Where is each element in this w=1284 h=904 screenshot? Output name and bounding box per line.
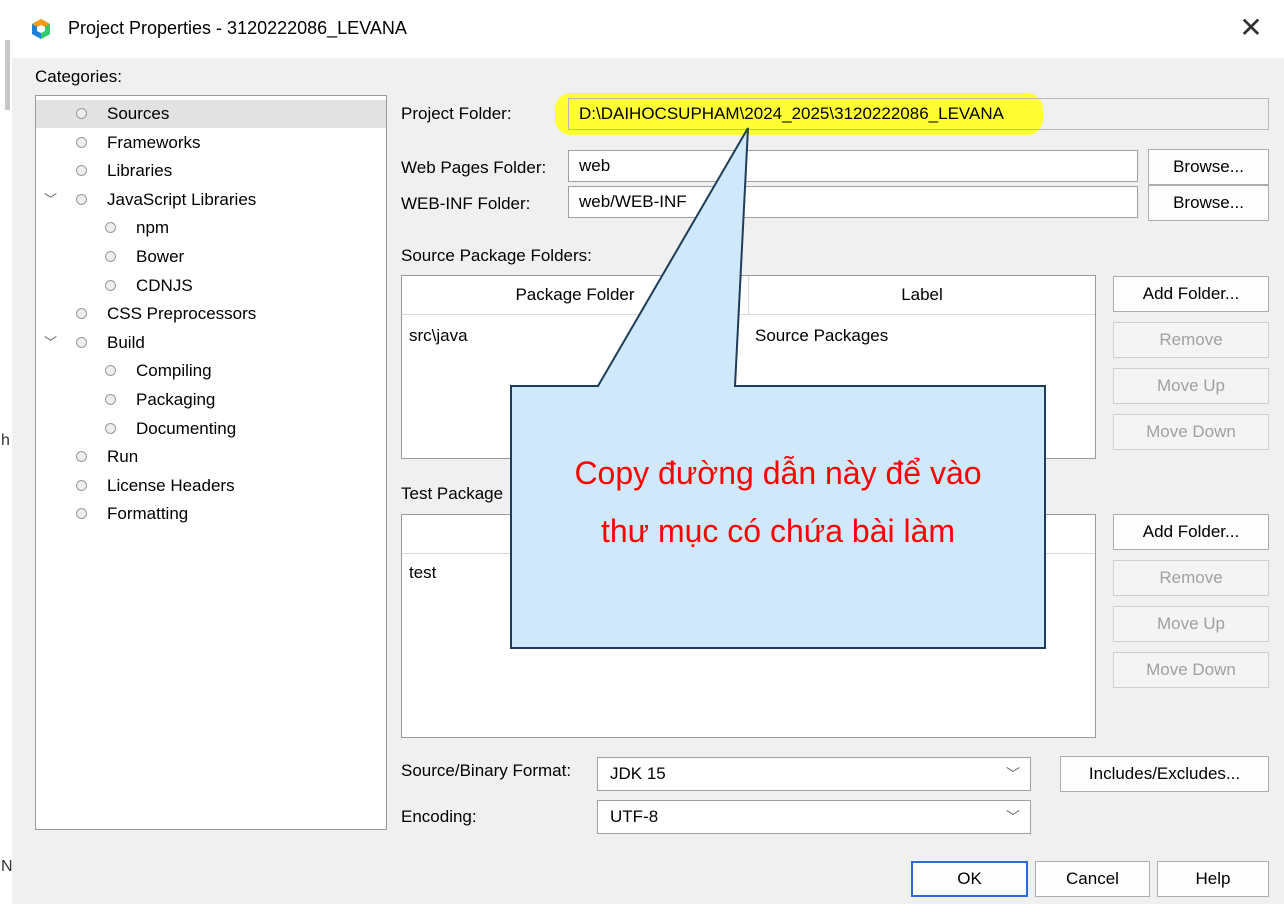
callout-text-line-1: Copy đường dẫn này để vào	[574, 455, 982, 491]
callout-text-line-2: thư mục có chứa bài làm	[600, 513, 956, 549]
